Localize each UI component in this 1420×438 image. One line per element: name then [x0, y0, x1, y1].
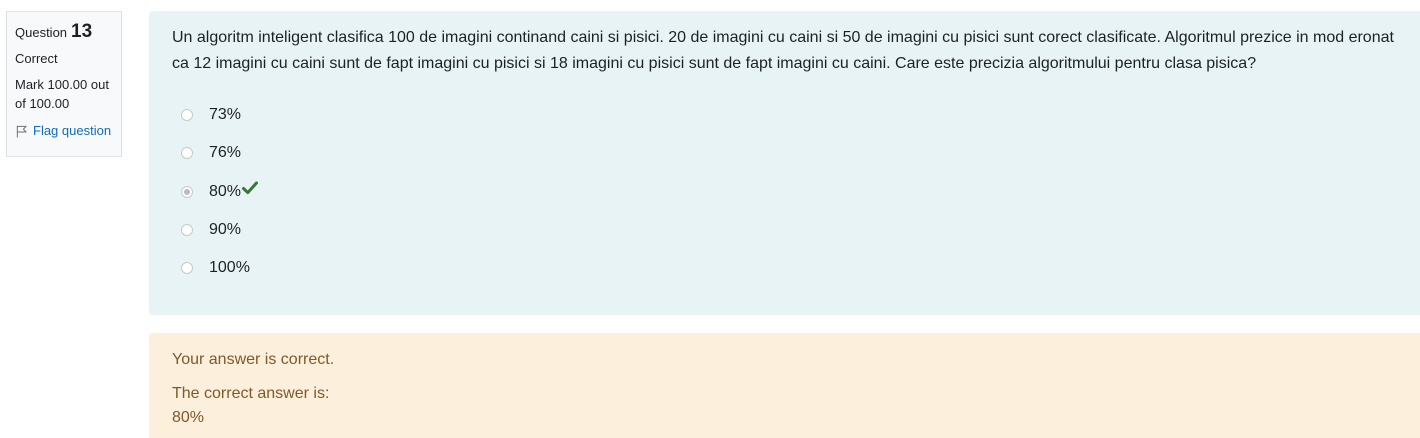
- answer-radio[interactable]: [181, 262, 193, 275]
- check-icon: [242, 181, 259, 194]
- flag-question-label: Flag question: [33, 123, 112, 139]
- general-feedback: Your answer is correct.: [172, 351, 335, 368]
- flag-question-link[interactable]: Flag question: [15, 122, 113, 141]
- answer-option[interactable]: 90%: [172, 211, 1410, 249]
- question-info-panel: Question 13 Correct Mark 100.00 out of 1…: [6, 11, 122, 157]
- answer-label: 76%: [209, 144, 242, 162]
- answer-label: 73%: [209, 106, 242, 124]
- answer-radio-selected[interactable]: [181, 185, 193, 198]
- answer-radio[interactable]: [181, 223, 193, 236]
- question-text: Un algoritm inteligent clasifica 100 de …: [172, 29, 1394, 72]
- question-number-line: Question 13: [15, 18, 113, 46]
- answer-option[interactable]: 100%: [172, 249, 1410, 287]
- answer-label: 100%: [209, 259, 250, 277]
- answer-radio[interactable]: [181, 109, 193, 122]
- question-page: Question 13 Correct Mark 100.00 out of 1…: [0, 0, 1420, 438]
- answer-label: 90%: [209, 220, 242, 238]
- question-number: 13: [71, 21, 93, 42]
- right-answer-value: 80%: [172, 409, 205, 426]
- answer-options: 73% 76% 80% 90% 100%: [172, 96, 1410, 287]
- answer-radio[interactable]: [181, 147, 193, 160]
- question-formulation: Un algoritm inteligent clasifica 100 de …: [149, 11, 1420, 315]
- question-feedback-panel: Your answer is correct. The correct answ…: [149, 333, 1420, 438]
- answer-option-selected[interactable]: 80%: [172, 173, 1410, 211]
- answer-option[interactable]: 73%: [172, 96, 1410, 134]
- answer-option[interactable]: 76%: [172, 134, 1410, 172]
- question-state: Correct: [15, 50, 58, 66]
- question-label: Question: [15, 25, 68, 40]
- question-grade: Mark 100.00 out of 100.00: [15, 77, 109, 112]
- flag-icon: [16, 125, 27, 138]
- answer-label: 80%: [209, 182, 242, 200]
- right-answer-label: The correct answer is:: [172, 385, 330, 402]
- right-answer: The correct answer is: 80%: [172, 382, 1397, 430]
